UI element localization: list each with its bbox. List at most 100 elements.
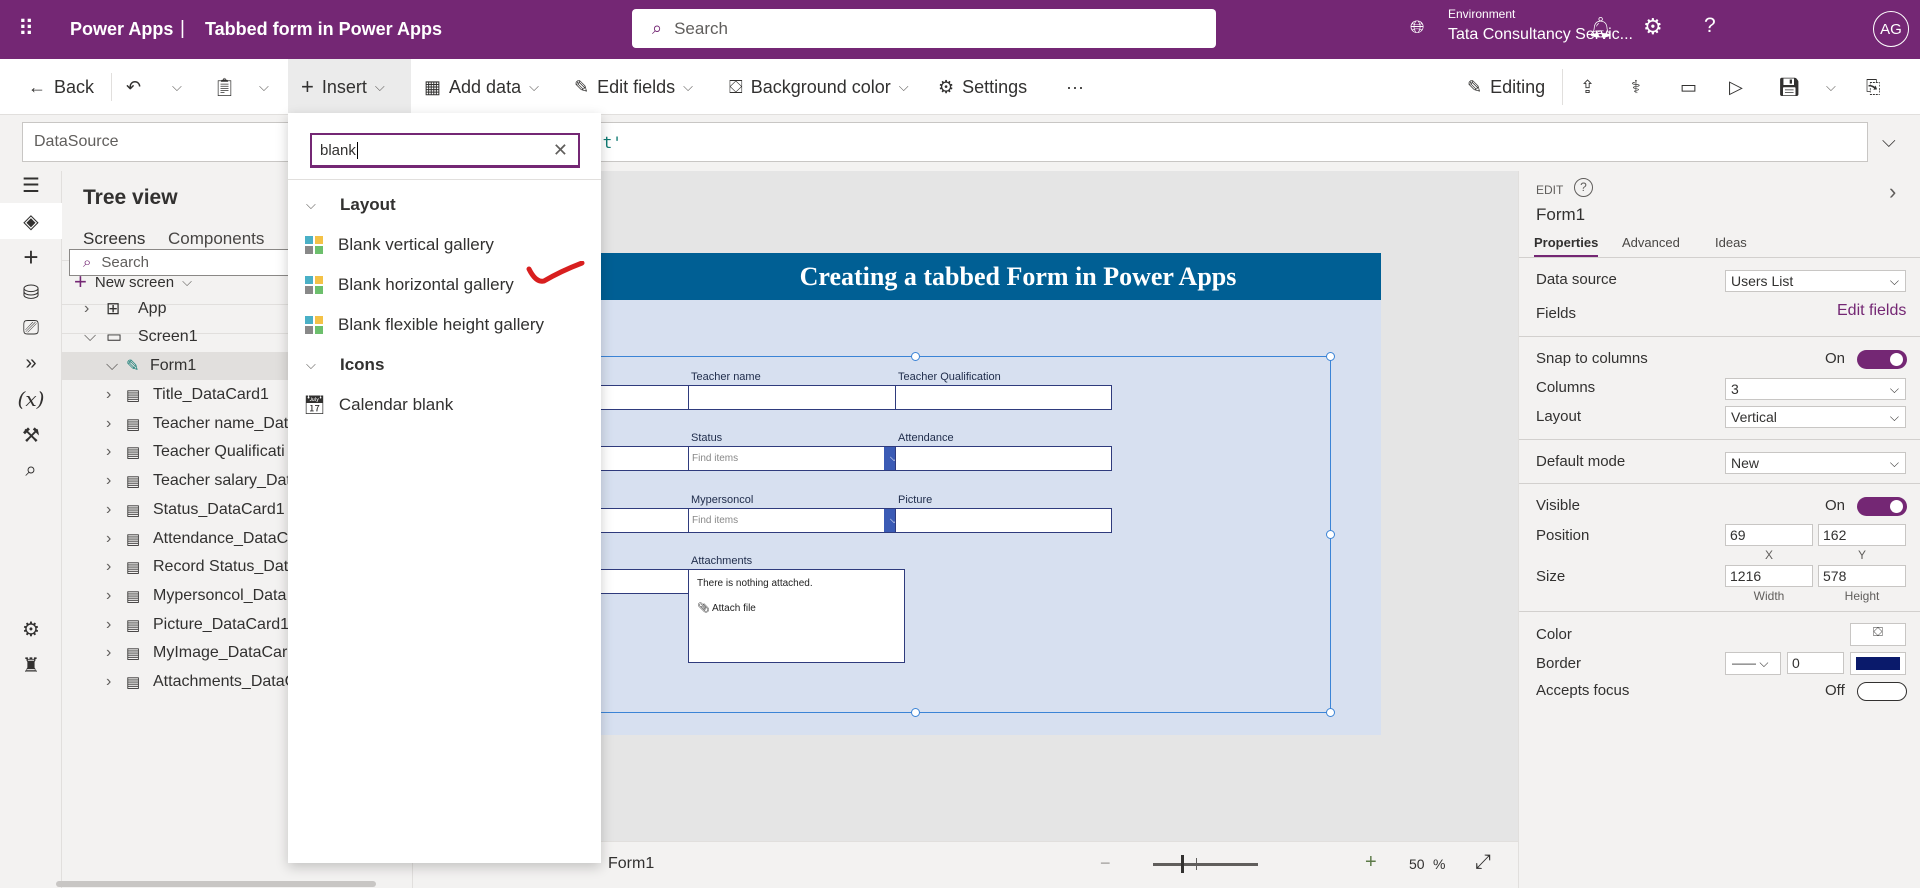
global-search[interactable]: ⌕ Search bbox=[632, 9, 1216, 48]
publish-button[interactable]: ⎘ bbox=[1866, 59, 1880, 115]
bell-icon[interactable]: 🔔︎ bbox=[1588, 15, 1613, 40]
background-color-button[interactable]: ⛋ Background color ⌵ bbox=[729, 59, 909, 115]
chevron-down-icon[interactable]: ⌵ bbox=[1882, 131, 1896, 152]
tab-ideas[interactable]: Ideas bbox=[1715, 235, 1747, 250]
attach-file-button[interactable]: 📎︎ Attach file bbox=[697, 603, 756, 614]
variables-icon[interactable]: (x) bbox=[0, 381, 62, 417]
text-input-field[interactable] bbox=[895, 385, 1112, 410]
comments-button[interactable]: ▭ bbox=[1680, 59, 1697, 115]
hamburger-icon[interactable]: ☰ bbox=[0, 167, 62, 203]
height-input[interactable]: 578 bbox=[1818, 565, 1906, 587]
data-icon[interactable]: ⛁ bbox=[0, 274, 62, 310]
chevron-down-icon: ⌵ bbox=[683, 79, 693, 94]
resize-handle[interactable] bbox=[911, 352, 920, 361]
back-button[interactable]: ← Back bbox=[28, 59, 94, 115]
app-checker-button[interactable]: ⚕ bbox=[1631, 59, 1641, 115]
position-y-input[interactable]: 162 bbox=[1818, 524, 1906, 546]
resize-handle[interactable] bbox=[1326, 352, 1335, 361]
combobox-field[interactable]: Find items ⌵ bbox=[688, 508, 905, 533]
border-width-input[interactable]: 0 bbox=[1787, 652, 1844, 674]
edit-fields-button[interactable]: ✎ Edit fields ⌵ bbox=[574, 59, 693, 115]
undo-menu[interactable]: ⌵ bbox=[172, 59, 182, 115]
resize-handle[interactable] bbox=[1326, 530, 1335, 539]
command-bar: ← Back ↶ ⌵ 📋︎ ⌵ + Insert ⌵ ▦ Add data ⌵ ✎ Edit… bbox=[0, 59, 1920, 115]
divider bbox=[111, 73, 112, 101]
text-input-field[interactable] bbox=[688, 385, 905, 410]
zoom-out-button[interactable]: − bbox=[1100, 853, 1111, 874]
save-menu[interactable]: ⌵ bbox=[1826, 59, 1836, 115]
resize-handle[interactable] bbox=[911, 708, 920, 717]
zoom-slider[interactable] bbox=[1153, 863, 1258, 866]
tab-components[interactable]: Components bbox=[168, 229, 264, 249]
zoom-slider-thumb[interactable] bbox=[1181, 855, 1184, 873]
copilot-bot-icon[interactable]: ♜ bbox=[0, 647, 62, 683]
tree-item-label: Title_DataCard1 bbox=[153, 386, 269, 403]
selected-control[interactable]: Form1 bbox=[608, 855, 654, 873]
advanced-tools-icon[interactable]: ⚒ bbox=[0, 417, 62, 453]
text-input-field[interactable] bbox=[895, 446, 1112, 471]
avatar[interactable]: AG bbox=[1873, 11, 1909, 47]
position-x-input[interactable]: 69 bbox=[1725, 524, 1813, 546]
insert-button[interactable]: + Insert ⌵ bbox=[288, 59, 411, 115]
media-icon[interactable]: ⎚ bbox=[0, 310, 62, 346]
attachments-control: There is nothing attached. 📎︎ Attach file bbox=[688, 569, 905, 663]
app-launcher-icon[interactable]: ⠿ bbox=[18, 16, 34, 42]
gallery-icon bbox=[305, 276, 323, 294]
paste-menu[interactable]: ⌵ bbox=[259, 59, 269, 115]
insert-menu-item[interactable]: Blank flexible height gallery bbox=[288, 308, 601, 342]
preview-button[interactable]: ▷ bbox=[1729, 59, 1743, 115]
attach-file-label: Attach file bbox=[711, 603, 756, 614]
tab-advanced[interactable]: Advanced bbox=[1622, 235, 1680, 250]
new-screen-button[interactable]: + New screen ⌵ bbox=[74, 269, 192, 295]
color-picker[interactable]: ⛋ bbox=[1850, 623, 1906, 646]
default-mode-select[interactable]: New ⌵ bbox=[1725, 452, 1906, 474]
power-automate-icon[interactable]: » bbox=[0, 345, 62, 381]
help-icon[interactable]: ? bbox=[1704, 14, 1716, 38]
combobox-field[interactable]: Find items ⌵ bbox=[688, 446, 905, 471]
fit-to-window-icon[interactable]: ⤢ bbox=[1475, 851, 1491, 874]
insert-icon[interactable]: + bbox=[0, 239, 62, 275]
border-style-select[interactable]: —— ⌵ bbox=[1725, 652, 1781, 675]
undo-button[interactable]: ↶ bbox=[126, 59, 141, 115]
tab-properties[interactable]: Properties bbox=[1534, 235, 1599, 258]
paste-button[interactable]: 📋︎ bbox=[213, 59, 236, 115]
save-button[interactable]: 💾︎ bbox=[1778, 59, 1801, 115]
horizontal-scrollbar[interactable] bbox=[56, 881, 376, 887]
snap-toggle[interactable] bbox=[1857, 350, 1907, 369]
gear-icon[interactable]: ⚙ bbox=[1643, 14, 1663, 40]
add-data-button[interactable]: ▦ Add data ⌵ bbox=[424, 59, 539, 115]
more-button[interactable]: ··· bbox=[1066, 59, 1084, 115]
border-color-picker[interactable] bbox=[1850, 652, 1906, 675]
width-input[interactable]: 1216 bbox=[1725, 565, 1813, 587]
control-name: Form1 bbox=[1536, 205, 1586, 224]
section-header[interactable]: ⌵ Layout bbox=[288, 188, 601, 222]
insert-search-input[interactable]: blank ✕ bbox=[310, 133, 580, 168]
resize-handle[interactable] bbox=[1326, 708, 1335, 717]
text-input-field[interactable] bbox=[895, 508, 1112, 533]
settings-button[interactable]: ⚙ Settings bbox=[938, 59, 1027, 115]
tree-view-icon[interactable]: ◈ bbox=[0, 203, 62, 239]
edit-fields-link[interactable]: Edit fields bbox=[1837, 302, 1906, 320]
visible-toggle[interactable] bbox=[1857, 497, 1907, 516]
chevron-down-icon: ⌵ bbox=[374, 79, 385, 94]
section-header[interactable]: ⌵ Icons bbox=[288, 348, 601, 382]
property-selector[interactable]: DataSource bbox=[22, 122, 322, 162]
accepts-focus-toggle[interactable] bbox=[1857, 682, 1907, 701]
chevron-right-icon[interactable]: › bbox=[1889, 179, 1896, 205]
gear-icon[interactable]: ⚙ bbox=[0, 611, 62, 647]
data-source-label: Data source bbox=[1536, 271, 1617, 288]
save-icon: 💾︎ bbox=[1778, 76, 1801, 97]
insert-menu-item[interactable]: Blank vertical gallery bbox=[288, 228, 601, 262]
columns-select[interactable]: 3 ⌵ bbox=[1725, 378, 1906, 400]
share-button[interactable]: ⇪ bbox=[1580, 59, 1595, 115]
editing-button[interactable]: ✎ Editing bbox=[1467, 59, 1545, 115]
data-source-select[interactable]: Users List ⌵ bbox=[1725, 270, 1906, 292]
add-data-label: Add data bbox=[449, 76, 522, 97]
zoom-in-button[interactable]: + bbox=[1365, 851, 1377, 874]
help-icon[interactable]: ? bbox=[1574, 178, 1593, 197]
insert-menu: blank ✕ ⌵ Layout Blank vertical gallery Blan… bbox=[288, 113, 601, 863]
insert-menu-item[interactable]: 📅︎ Calendar blank bbox=[288, 388, 601, 422]
search-icon[interactable]: ⌕ bbox=[0, 452, 62, 488]
close-icon[interactable]: ✕ bbox=[553, 140, 568, 161]
layout-select[interactable]: Vertical ⌵ bbox=[1725, 406, 1906, 428]
